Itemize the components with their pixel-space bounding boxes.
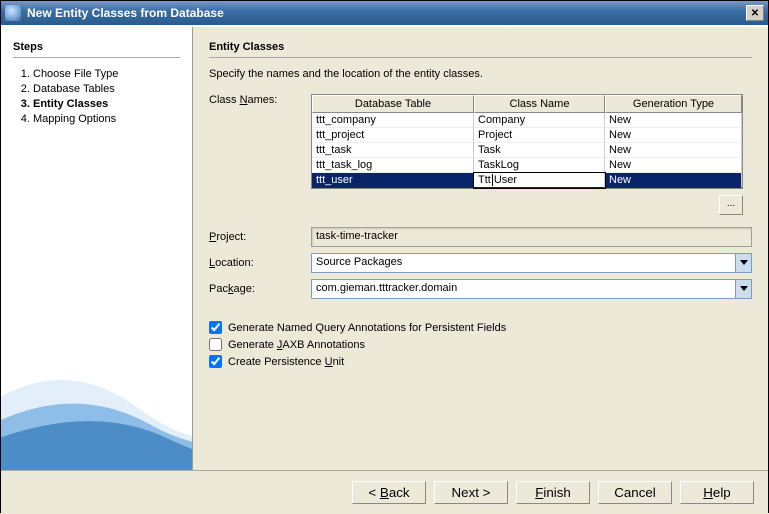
jaxb-checkbox-row[interactable]: Generate JAXB Annotations bbox=[209, 338, 752, 351]
class-names-table[interactable]: Database Table Class Name Generation Typ… bbox=[311, 94, 743, 189]
step-1: Choose File Type bbox=[33, 68, 180, 80]
project-label: Project: bbox=[209, 231, 311, 243]
more-button[interactable]: ... bbox=[719, 195, 743, 215]
description-text: Specify the names and the location of th… bbox=[209, 68, 752, 80]
table-row[interactable]: ttt_project Project New bbox=[312, 128, 742, 143]
window-title: New Entity Classes from Database bbox=[27, 6, 746, 20]
table-header: Database Table Class Name Generation Typ… bbox=[312, 95, 742, 113]
app-icon bbox=[5, 5, 21, 21]
decorative-wave bbox=[1, 270, 193, 470]
back-button[interactable]: < Back bbox=[352, 481, 426, 504]
chevron-down-icon[interactable] bbox=[735, 280, 751, 298]
header-generation-type[interactable]: Generation Type bbox=[605, 95, 742, 113]
header-database-table[interactable]: Database Table bbox=[312, 95, 474, 113]
main-heading: Entity Classes bbox=[209, 41, 752, 58]
location-label: Location: bbox=[209, 257, 311, 269]
jaxb-checkbox[interactable] bbox=[209, 338, 222, 351]
persistence-unit-checkbox[interactable] bbox=[209, 355, 222, 368]
project-field: task-time-tracker bbox=[311, 227, 752, 247]
chevron-down-icon[interactable] bbox=[735, 254, 751, 272]
help-button[interactable]: Help bbox=[680, 481, 754, 504]
title-bar: New Entity Classes from Database ✕ bbox=[1, 1, 768, 25]
content-area: Steps Choose File Type Database Tables E… bbox=[1, 27, 768, 470]
next-button[interactable]: Next > bbox=[434, 481, 508, 504]
main-panel: Entity Classes Specify the names and the… bbox=[193, 27, 768, 470]
table-row-selected[interactable]: ttt_user TttUser New bbox=[312, 173, 742, 188]
class-names-label: Class Names: bbox=[209, 94, 311, 106]
package-label: Package: bbox=[209, 283, 311, 295]
button-bar: < Back Next > Finish Cancel Help bbox=[1, 470, 768, 514]
steps-sidebar: Steps Choose File Type Database Tables E… bbox=[1, 27, 193, 470]
persistence-unit-checkbox-row[interactable]: Create Persistence Unit bbox=[209, 355, 752, 368]
step-4: Mapping Options bbox=[33, 113, 180, 125]
step-2: Database Tables bbox=[33, 83, 180, 95]
finish-button[interactable]: Finish bbox=[516, 481, 590, 504]
named-query-checkbox-row[interactable]: Generate Named Query Annotations for Per… bbox=[209, 321, 752, 334]
step-3: Entity Classes bbox=[33, 98, 180, 110]
named-query-checkbox[interactable] bbox=[209, 321, 222, 334]
table-row[interactable]: ttt_task Task New bbox=[312, 143, 742, 158]
steps-heading: Steps bbox=[13, 41, 180, 58]
table-row[interactable]: ttt_task_log TaskLog New bbox=[312, 158, 742, 173]
location-combo[interactable]: Source Packages bbox=[311, 253, 752, 273]
class-name-editor[interactable]: TttUser bbox=[474, 173, 605, 188]
table-row[interactable]: ttt_company Company New bbox=[312, 113, 742, 128]
close-button[interactable]: ✕ bbox=[746, 5, 764, 21]
cancel-button[interactable]: Cancel bbox=[598, 481, 672, 504]
package-combo[interactable]: com.gieman.tttracker.domain bbox=[311, 279, 752, 299]
steps-list: Choose File Type Database Tables Entity … bbox=[13, 68, 180, 125]
header-class-name[interactable]: Class Name bbox=[474, 95, 605, 113]
